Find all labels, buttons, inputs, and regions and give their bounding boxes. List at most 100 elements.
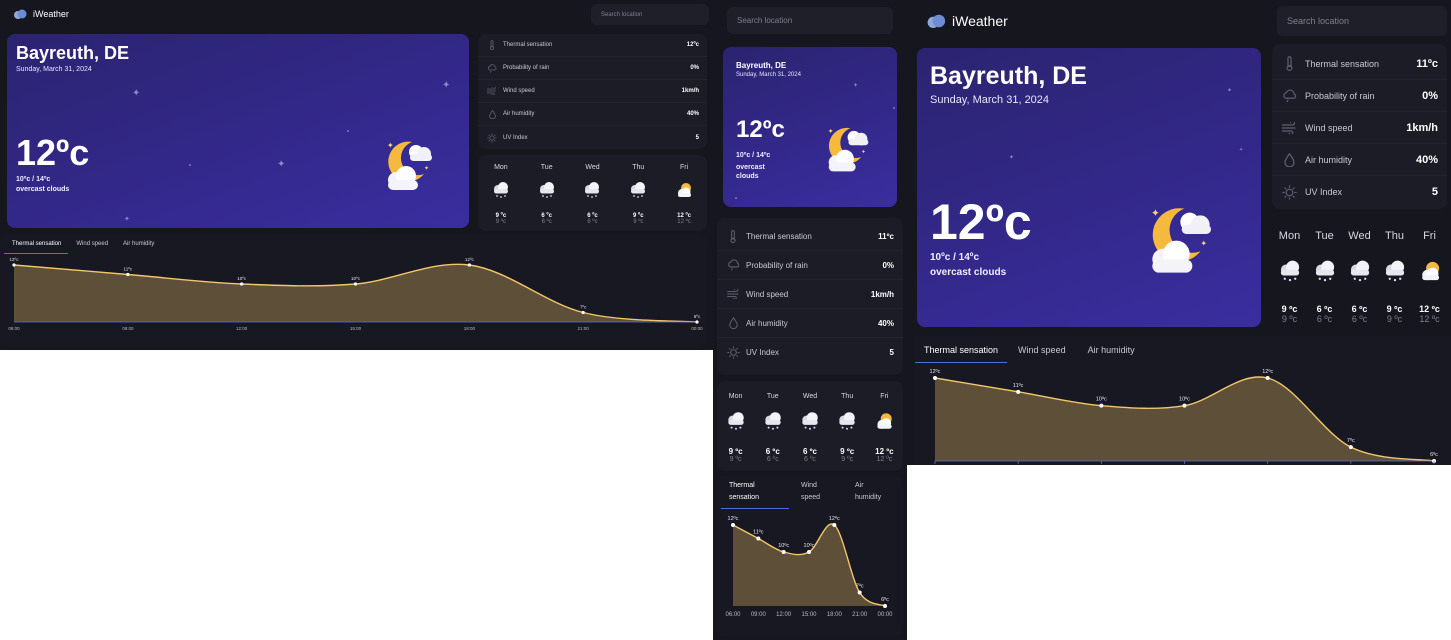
- x-tick-label: 15:00: [801, 612, 817, 618]
- forecast-min: 6 ºc: [1316, 314, 1333, 324]
- sun-icon: [1281, 184, 1297, 200]
- app-logo[interactable]: iWeather: [926, 13, 1008, 29]
- series-area: [935, 376, 1434, 461]
- detail-rain: Probability of rain 0%: [1272, 80, 1447, 112]
- data-point[interactable]: [832, 523, 837, 527]
- chart-svg: 12ºc 06:00 11ºc 09:00 10ºc 12:00 10ºc 15:00 12ºc…: [8, 257, 703, 331]
- svg-text:✦: ✦: [424, 165, 429, 172]
- x-tick-label: 12:00: [236, 326, 248, 331]
- data-point[interactable]: [467, 263, 471, 267]
- star-icon: ✦: [1009, 155, 1015, 161]
- detail-label: UV Index: [503, 134, 528, 141]
- search-input[interactable]: Search location: [727, 7, 893, 34]
- data-point[interactable]: [731, 523, 735, 527]
- data-point[interactable]: [807, 550, 811, 554]
- forecast-row: Mon 9 ºc 9 ºc Tue 6 ºc 6 ºc Wed 6 ºc 6 ºc Thu 9 ºc…: [717, 381, 903, 471]
- data-point[interactable]: [1182, 403, 1187, 408]
- data-point[interactable]: [883, 604, 887, 608]
- app-logo[interactable]: iWeather: [13, 9, 69, 19]
- data-point[interactable]: [695, 320, 699, 324]
- data-point[interactable]: [240, 282, 244, 286]
- forecast-day: Mon: [494, 164, 508, 171]
- data-point[interactable]: [857, 590, 862, 595]
- forecast-temps: 9 ºc 9 ºc: [633, 213, 644, 225]
- forecast-temps: 6 ºc 6 ºc: [1317, 304, 1333, 324]
- detail-label: Thermal sensation: [1305, 58, 1380, 69]
- data-point[interactable]: [1016, 389, 1021, 394]
- snow-cloud-icon: [727, 412, 744, 430]
- weather-hero: ✦ Bayreuth, DE Sunday, March 31, 2024 12…: [723, 47, 897, 207]
- forecast-min: 9 ºc: [1386, 314, 1403, 324]
- forecast-temps: 6 ºc 6 ºc: [766, 447, 780, 463]
- forecast-day: Thu: [1385, 230, 1404, 242]
- forecast-max: 9 ºc: [1281, 304, 1298, 314]
- data-label: 6ºc: [881, 596, 889, 603]
- data-point[interactable]: [1099, 403, 1104, 408]
- forecast-icon: [582, 180, 602, 205]
- temperature-range: 10ºc / 14ºc: [736, 152, 771, 159]
- detail-label: UV Index: [746, 348, 779, 357]
- forecast-temps: 6 ºc 6 ºc: [587, 213, 598, 225]
- forecast-max: 9 ºc: [1386, 304, 1403, 314]
- data-point[interactable]: [933, 376, 937, 380]
- forecast-temps: 6 ºc 6 ºc: [803, 447, 817, 463]
- forecast-day: Fri: [880, 393, 889, 400]
- x-tick-label: 00:00: [877, 612, 893, 618]
- star-icon: ✦: [442, 80, 451, 91]
- snow-cloud-icon: [1385, 260, 1404, 281]
- star-icon: ✦: [277, 159, 286, 170]
- data-point[interactable]: [353, 282, 358, 286]
- search-input[interactable]: Search location: [591, 4, 709, 25]
- forecast-max: 6 ºc: [802, 447, 817, 456]
- cloud-rain-icon: [726, 259, 740, 271]
- forecast-day-mon: Mon 9 ºc 9 ºc: [478, 164, 524, 225]
- data-point[interactable]: [756, 536, 761, 541]
- x-tick-label: 21:00: [852, 612, 868, 618]
- data-point[interactable]: [126, 272, 130, 277]
- star-icon: ✦: [132, 88, 141, 99]
- forecast-min: 6 ºc: [587, 219, 598, 225]
- snow-cloud-icon: [802, 412, 818, 430]
- sun-cloud-icon: [877, 413, 893, 429]
- svg-text:✦: ✦: [1151, 208, 1160, 220]
- weather-hero: ✦ ✦ ✦ Bayreuth, DE Sunday, March 31, 202…: [917, 48, 1261, 327]
- data-point[interactable]: [781, 550, 786, 554]
- detail-wind: Wind speed 1km/h: [1272, 112, 1447, 144]
- data-label: 12ºc: [1262, 368, 1273, 375]
- forecast-icon: [1347, 258, 1373, 289]
- data-label: 7ºc: [856, 583, 864, 590]
- current-temperature: 12ºc: [930, 194, 1032, 250]
- thermal-chart: 12ºc 11ºc 10ºc 10ºc 12ºc 7ºc 6ºc: [915, 336, 1451, 465]
- forecast-temps: 6 ºc 6 ºc: [541, 213, 552, 225]
- sun-cloud-icon: [678, 182, 692, 197]
- detail-label: Wind speed: [503, 88, 535, 94]
- data-point[interactable]: [1265, 376, 1270, 380]
- x-tick-label: 21:00: [578, 326, 590, 331]
- detail-value: 5: [1431, 186, 1438, 198]
- data-label: 12ºc: [728, 515, 739, 522]
- detail-humidity: Air humidity 40%: [478, 103, 707, 126]
- snow-cloud-icon: [1315, 260, 1334, 281]
- thermal-chart: 12ºc 06:00 11ºc 09:00 10ºc 12:00 10ºc 15:00 12ºc…: [0, 235, 707, 347]
- search-input[interactable]: Search location: [1277, 6, 1447, 36]
- data-label: 11ºc: [753, 529, 764, 536]
- data-point[interactable]: [1348, 445, 1353, 450]
- forecast-icon: [1277, 258, 1303, 289]
- data-point[interactable]: [12, 263, 16, 267]
- star-dot: [347, 130, 349, 132]
- forecast-min: 9 ºc: [841, 456, 854, 463]
- svg-text:✦: ✦: [1200, 239, 1207, 248]
- logo-cloud-icon: [927, 14, 946, 28]
- detail-uv: UV Index 5: [478, 126, 707, 149]
- cloud-rain-icon: [1281, 89, 1297, 103]
- detail-value: 11ºc: [878, 231, 894, 241]
- forecast-day-wed: Wed 6 ºc 6 ºc: [791, 393, 828, 463]
- svg-text:✦: ✦: [861, 149, 866, 155]
- detail-rain: Probability of rain 0%: [478, 57, 707, 80]
- forecast-max: 12 ºc: [1419, 304, 1440, 314]
- forecast-card: Mon 9 ºc 9 ºc Tue 6 ºc 6 ºc Wed 6 ºc 6 ºc Thu 9 ºc…: [478, 155, 707, 231]
- detail-label: Thermal sensation: [503, 42, 553, 48]
- data-label: 6ºc: [1430, 451, 1438, 458]
- data-point[interactable]: [581, 310, 585, 315]
- forecast-day-tue: Tue 6 ºc 6 ºc: [524, 164, 570, 225]
